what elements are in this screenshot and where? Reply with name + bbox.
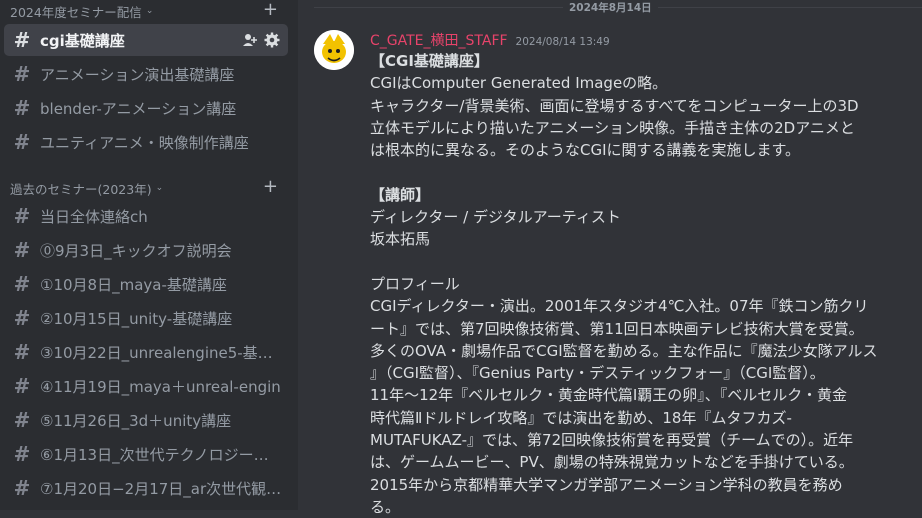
- text-channel-icon: #: [13, 238, 31, 262]
- text-channel-icon: #: [13, 272, 31, 296]
- channel-name: ③10月22日_unrealengine5-基…: [40, 343, 273, 362]
- message-line: 立体モデルにより描いたアニメーション映像。手描き主体の2Dアニメと: [370, 118, 855, 137]
- channel-name: ②10月15日_unity-基礎講座: [40, 309, 233, 328]
- message-line: 坂本拓馬: [370, 230, 431, 249]
- date-divider-label: 2024年8月14日: [563, 0, 658, 15]
- sidebar-channel-item[interactable]: # ⑦1月20日−2月17日_ar次世代観…: [4, 472, 288, 504]
- avatar[interactable]: [314, 30, 354, 70]
- category-label: 過去のセミナー(2023年): [10, 181, 152, 197]
- channel-name: ⓪9月3日_キックオフ説明会: [40, 241, 232, 260]
- add-channel-icon[interactable]: +: [263, 0, 278, 20]
- message-line: CGIディレクター・演出。2001年スタジオ4℃入社。07年『鉄コン筋クリ: [370, 297, 869, 316]
- text-channel-icon: #: [13, 62, 31, 86]
- sidebar-channel-item[interactable]: # ユニティアニメ・映像制作講座: [4, 126, 288, 158]
- message-line: 時代篇Ⅱドルドレイ攻略』では演出を勤め、18年『ムタフカズ-: [370, 408, 792, 427]
- channel-name: ⑦1月20日−2月17日_ar次世代観…: [40, 479, 280, 498]
- sidebar-channel-item[interactable]: # ⓪9月3日_キックオフ説明会: [4, 234, 288, 266]
- message-content: 【CGI基礎講座】 CGIはComputer Generated Imageの略。…: [370, 50, 898, 518]
- text-channel-icon: #: [13, 374, 31, 398]
- message-line: ディレクター / デジタルアーティスト: [370, 208, 621, 227]
- channel-name: cgi基礎講座: [40, 31, 125, 50]
- chevron-down-icon: ⌄: [155, 183, 164, 193]
- category-header-2024[interactable]: 2024年度セミナー配信 ⌄ +: [0, 0, 290, 20]
- sidebar-channel-item[interactable]: # 当日全体連絡ch: [4, 200, 288, 232]
- message-line: は、ゲームムービー、PV、劇場の特殊視覚カットなどを手掛けている。: [370, 453, 854, 472]
- chat-area: 2024年8月14日 C_GATE_横田_STAFF 2024/08/14 13…: [298, 0, 922, 516]
- text-channel-icon: #: [13, 96, 31, 120]
- author-name[interactable]: C_GATE_横田_STAFF: [370, 30, 508, 50]
- channel-name: ⑥1月13日_次世代テクノロジー…: [40, 445, 269, 464]
- channel-name: アニメーション演出基礎講座: [40, 65, 235, 84]
- sidebar-channel-item[interactable]: # ④11月19日_maya＋unreal-engin…: [4, 370, 288, 402]
- channel-sidebar: 2024年度セミナー配信 ⌄ + # cgi基礎講座 # アニメーション演出基礎講座 #…: [0, 0, 298, 510]
- message-line: MUTAFUKAZ-』では、第72回映像技術賞を再受賞（チームでの）。近年: [370, 431, 854, 450]
- text-channel-icon: #: [13, 476, 31, 500]
- channel-name: ⑤11月26日_3d＋unity講座: [40, 411, 232, 430]
- sidebar-channel-item[interactable]: # ⑤11月26日_3d＋unity講座: [4, 404, 288, 436]
- text-channel-icon: #: [13, 408, 31, 432]
- message-line: 【講師】: [370, 185, 431, 204]
- gear-icon[interactable]: [264, 32, 280, 52]
- message-header: C_GATE_横田_STAFF 2024/08/14 13:49: [370, 30, 610, 50]
- message-line: 多くのOVA・劇場作品でCGI監督を勤める。主な作品に『魔法少女隊アルス: [370, 341, 878, 360]
- add-channel-icon[interactable]: +: [263, 176, 278, 197]
- text-channel-icon: #: [13, 130, 31, 154]
- sidebar-channel-item[interactable]: # ①10月8日_maya-基礎講座: [4, 268, 288, 300]
- category-header-2023[interactable]: 過去のセミナー(2023年) ⌄ +: [0, 176, 290, 197]
- sidebar-channel-item[interactable]: # ③10月22日_unrealengine5-基…: [4, 336, 288, 368]
- create-invite-icon[interactable]: [242, 32, 258, 52]
- text-channel-icon: #: [13, 204, 31, 228]
- message-line: 』（CGI監督）、『Genius Party・デスティックフォー』（CGI監督）…: [370, 364, 825, 383]
- message-line: [370, 161, 898, 183]
- channel-name: ①10月8日_maya-基礎講座: [40, 275, 227, 294]
- message-line: ート』では、第7回映像技術賞、第11回日本映画テレビ技術大賞を受賞。: [370, 319, 864, 338]
- message-line: [370, 251, 898, 273]
- text-channel-icon: #: [13, 442, 31, 466]
- sidebar-channel-item[interactable]: # ⑥1月13日_次世代テクノロジー…: [4, 438, 288, 470]
- channel-name: ユニティアニメ・映像制作講座: [40, 133, 249, 152]
- message-line: は根本的に異なる。そのようなCGIに関する講義を実施します。: [370, 141, 801, 160]
- message-line: 【CGI基礎講座】: [370, 52, 489, 70]
- message-timestamp: 2024/08/14 13:49: [515, 36, 610, 48]
- sidebar-channel-item[interactable]: # blender-アニメーション講座: [4, 92, 288, 124]
- text-channel-icon: #: [13, 28, 31, 52]
- category-label: 2024年度セミナー配信: [10, 4, 142, 20]
- text-channel-icon: #: [13, 306, 31, 330]
- sidebar-channel-item[interactable]: # cgi基礎講座: [4, 24, 288, 56]
- message-line: 11年～12年『ベルセルク・黄金時代篇Ⅰ覇王の卵』、『ベルセルク・黄金: [370, 386, 848, 405]
- chevron-down-icon: ⌄: [145, 6, 154, 16]
- message-line: る。: [370, 497, 401, 516]
- sidebar-channel-item[interactable]: # アニメーション演出基礎講座: [4, 58, 288, 90]
- message-line: 2015年から京都精華大学マンガ学部アニメーション学科の教員を務め: [370, 475, 843, 494]
- message-line: キャラクター/背景美術、画面に登場するすべてをコンピューター上の3D: [370, 96, 859, 115]
- sidebar-channel-item[interactable]: # ②10月15日_unity-基礎講座: [4, 302, 288, 334]
- channel-name: blender-アニメーション講座: [40, 99, 237, 118]
- message-line: CGIはComputer Generated Imageの略。: [370, 74, 668, 93]
- message-line: プロフィール: [370, 274, 460, 293]
- text-channel-icon: #: [13, 340, 31, 364]
- channel-name: ④11月19日_maya＋unreal-engin…: [40, 377, 280, 396]
- channel-name: 当日全体連絡ch: [40, 207, 148, 226]
